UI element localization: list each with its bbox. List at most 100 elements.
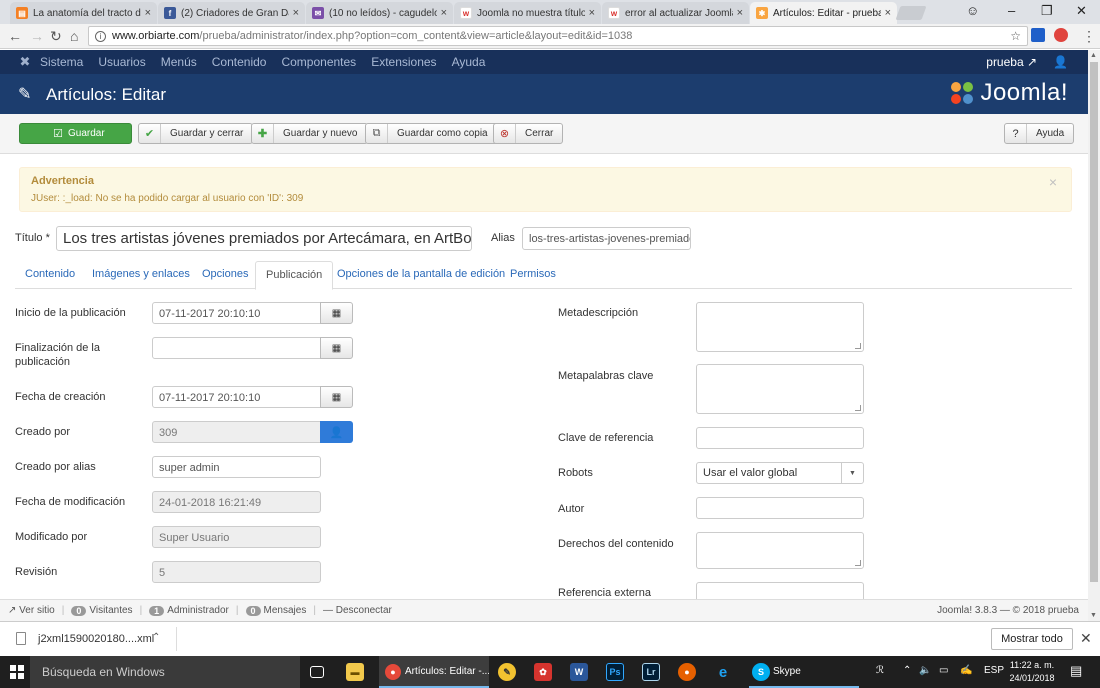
- publish-up-label: Inicio de la publicación: [15, 307, 126, 319]
- scroll-down-icon[interactable]: ▼: [1090, 612, 1097, 619]
- joomla-menu-logo-icon[interactable]: ✖: [10, 54, 40, 70]
- save-copy-button[interactable]: ⧉ Guardar como copia: [365, 123, 498, 144]
- volume-icon[interactable]: 🔈: [919, 665, 931, 676]
- save-new-button[interactable]: ✚ Guardar y nuevo: [251, 123, 368, 144]
- browser-tab[interactable]: w error al actualizar Joomla ×: [602, 2, 749, 24]
- tab-imagenes[interactable]: Imágenes y enlaces: [82, 261, 200, 289]
- save-close-button[interactable]: ✔ Guardar y cerrar: [138, 123, 254, 144]
- photoshop-icon[interactable]: Ps: [606, 663, 624, 681]
- minimize-icon[interactable]: –: [1008, 3, 1015, 18]
- back-icon[interactable]: ←: [8, 28, 22, 44]
- browser-tab[interactable]: ✉ (10 no leídos) - cagudelo ×: [306, 2, 453, 24]
- lightroom-icon[interactable]: Lr: [642, 663, 660, 681]
- title-input[interactable]: Los tres artistas jóvenes premiados por …: [56, 226, 472, 251]
- extension-icon[interactable]: [1031, 28, 1045, 42]
- logout-link[interactable]: — Desconectar: [323, 605, 392, 616]
- page-scrollbar[interactable]: ▲ ▼: [1088, 50, 1100, 621]
- site-info-icon[interactable]: i: [95, 30, 106, 42]
- tab-contenido[interactable]: Contenido: [15, 261, 85, 289]
- admin-badge: 1: [149, 605, 165, 616]
- calendar-icon[interactable]: ▦: [320, 302, 353, 324]
- external-ref-input[interactable]: [696, 582, 864, 599]
- created-input[interactable]: 07-11-2017 20:10:10: [152, 386, 321, 408]
- tab-permisos[interactable]: Permisos: [500, 261, 566, 289]
- site-link[interactable]: prueba ↗: [986, 55, 1037, 69]
- tab-opciones[interactable]: Opciones: [192, 261, 258, 289]
- close-button[interactable]: ⊗ Cerrar: [493, 123, 564, 144]
- view-site-link[interactable]: ↗ Ver sitio: [8, 605, 55, 616]
- scrollbar-thumb[interactable]: [1090, 62, 1098, 582]
- close-alert-icon[interactable]: ×: [1049, 174, 1057, 190]
- close-tab-icon[interactable]: ×: [441, 7, 447, 19]
- menu-contenido[interactable]: Contenido: [212, 55, 267, 69]
- close-tab-icon[interactable]: ×: [293, 7, 299, 19]
- menu-componentes[interactable]: Componentes: [281, 55, 356, 69]
- profile-icon[interactable]: ☺: [966, 3, 979, 18]
- rights-textarea[interactable]: [696, 532, 864, 569]
- close-tab-icon[interactable]: ×: [589, 7, 595, 19]
- language-indicator[interactable]: ESP: [984, 665, 1004, 676]
- network-icon[interactable]: ▭: [939, 665, 948, 676]
- app-icon[interactable]: ✎: [498, 663, 516, 681]
- word-icon[interactable]: W: [570, 663, 588, 681]
- tab-opciones-pantalla[interactable]: Opciones de la pantalla de edición: [327, 261, 515, 289]
- forward-icon[interactable]: →: [30, 28, 44, 44]
- download-item[interactable]: j2xml1590020180....xml: [16, 632, 154, 645]
- menu-usuarios[interactable]: Usuarios: [98, 55, 145, 69]
- scroll-up-icon[interactable]: ▲: [1090, 52, 1097, 59]
- menu-menus[interactable]: Menús: [161, 55, 197, 69]
- browser-menu-icon[interactable]: ⋮: [1082, 28, 1096, 45]
- file-explorer-icon[interactable]: ▬: [346, 663, 364, 681]
- close-tab-icon[interactable]: ×: [737, 7, 743, 19]
- help-button[interactable]: ? Ayuda: [1004, 123, 1075, 144]
- notifications-icon[interactable]: ▤: [1070, 663, 1082, 679]
- select-user-icon[interactable]: 👤: [320, 421, 353, 443]
- bookmark-star-icon[interactable]: ☆: [1010, 29, 1021, 43]
- close-tab-icon[interactable]: ×: [145, 7, 151, 19]
- calendar-icon[interactable]: ▦: [320, 386, 353, 408]
- author-input[interactable]: [696, 497, 864, 519]
- alias-input[interactable]: los-tres-artistas-jovenes-premiados-: [522, 227, 691, 250]
- created-by-alias-input[interactable]: super admin: [152, 456, 321, 478]
- edge-icon[interactable]: e: [714, 663, 732, 681]
- chevron-up-icon[interactable]: ⌃: [152, 632, 160, 643]
- calendar-icon[interactable]: ▦: [320, 337, 353, 359]
- browser-tab[interactable]: f (2) Criadores de Gran Da ×: [158, 2, 305, 24]
- tab-publicacion[interactable]: Publicación: [255, 261, 334, 290]
- publish-up-input[interactable]: 07-11-2017 20:10:10: [152, 302, 321, 324]
- close-download-bar-icon[interactable]: ✕: [1080, 630, 1092, 647]
- menu-extensiones[interactable]: Extensiones: [371, 55, 436, 69]
- xreference-input[interactable]: [696, 427, 864, 449]
- browser-tab[interactable]: w Joomla no muestra título ×: [454, 2, 601, 24]
- robots-select[interactable]: Usar el valor global ▼: [696, 462, 864, 484]
- browser-tab[interactable]: ▤ La anatomía del tracto d ×: [10, 2, 157, 24]
- publish-down-input[interactable]: [152, 337, 321, 359]
- taskbar-clock[interactable]: 11:22 a. m. 24/01/2018: [1006, 659, 1058, 685]
- created-by-input: 309: [152, 421, 321, 443]
- browser-tab-active[interactable]: ✱ Artículos: Editar - prueba ×: [750, 2, 897, 24]
- close-window-icon[interactable]: ✕: [1076, 3, 1087, 19]
- menu-sistema[interactable]: Sistema: [40, 55, 83, 69]
- user-menu-icon[interactable]: 👤: [1053, 55, 1068, 69]
- home-icon[interactable]: ⌂: [70, 28, 78, 44]
- firefox-icon[interactable]: ●: [678, 663, 696, 681]
- reload-icon[interactable]: ↻: [50, 28, 62, 45]
- close-tab-icon[interactable]: ×: [885, 7, 891, 19]
- menu-ayuda[interactable]: Ayuda: [452, 55, 486, 69]
- new-tab-button[interactable]: [895, 6, 927, 20]
- taskbar-search-input[interactable]: Búsqueda en Windows: [30, 656, 300, 688]
- pen-icon[interactable]: ✍: [960, 665, 972, 676]
- task-view-icon[interactable]: [310, 666, 324, 678]
- app-icon[interactable]: ✿: [534, 663, 552, 681]
- metadesc-textarea[interactable]: [696, 302, 864, 352]
- show-all-button[interactable]: Mostrar todo: [991, 628, 1073, 650]
- extension-icon[interactable]: [1054, 28, 1068, 42]
- url-input[interactable]: i www.orbiarte.com /prueba/administrator…: [88, 26, 1028, 46]
- metakey-textarea[interactable]: [696, 364, 864, 414]
- restore-icon[interactable]: ❐: [1041, 3, 1053, 19]
- save-button[interactable]: ☑ Guardar: [19, 123, 132, 144]
- messages-label[interactable]: Mensajes: [264, 605, 307, 616]
- windows-start-icon[interactable]: [10, 665, 24, 679]
- tray-chevron-icon[interactable]: ⌃: [903, 665, 911, 676]
- people-icon[interactable]: ℛ: [876, 665, 884, 676]
